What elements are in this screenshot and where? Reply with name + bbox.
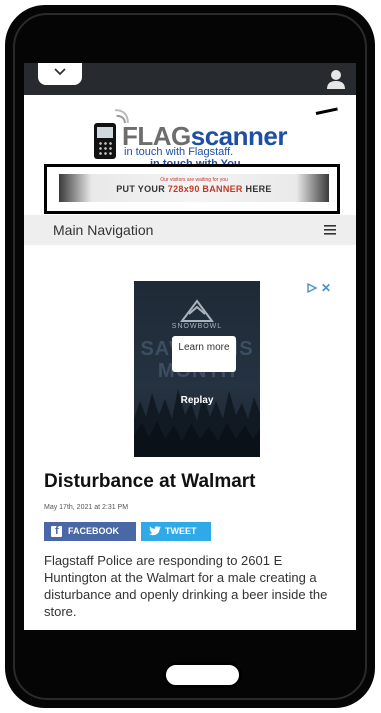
banner-small-text: Our visitors are waiting for you xyxy=(160,177,228,183)
twitter-bird-icon xyxy=(149,526,161,536)
signal-icon xyxy=(115,109,129,123)
collapse-tab[interactable] xyxy=(38,63,82,85)
phone-screen: FLAGscanner in touch with Flagstaff. in … xyxy=(24,63,356,630)
article-body: Flagstaff Police are responding to 2601 … xyxy=(44,553,328,619)
facebook-icon: f xyxy=(51,526,62,537)
main-navigation-label: Main Navigation xyxy=(53,222,154,238)
share-facebook-button[interactable]: f FACEBOOK xyxy=(44,522,136,541)
user-icon[interactable] xyxy=(326,68,346,90)
site-logo[interactable]: FLAGscanner in touch with Flagstaff. in … xyxy=(94,103,324,170)
banner-text-before: PUT YOUR xyxy=(116,184,168,194)
main-navigation-bar[interactable]: Main Navigation xyxy=(24,215,356,245)
banner-highlight-box: Our visitors are waiting for you PUT YOU… xyxy=(44,164,340,214)
share-tweet-label: TWEET xyxy=(165,526,197,536)
share-facebook-label: FACEBOOK xyxy=(68,526,120,536)
banner-text-highlight: 728x90 BANNER xyxy=(167,184,243,194)
banner-text-after: HERE xyxy=(242,184,272,194)
top-bar xyxy=(24,63,356,95)
banner-main-text: PUT YOUR 728x90 BANNER HERE xyxy=(59,184,329,194)
hamburger-menu-icon[interactable] xyxy=(324,225,336,235)
forest-graphic xyxy=(134,389,260,457)
replay-button[interactable]: Replay xyxy=(134,395,260,406)
article-date: May 17th, 2021 at 2:31 PM xyxy=(44,504,129,511)
share-tweet-button[interactable]: TWEET xyxy=(141,522,211,541)
home-button[interactable] xyxy=(163,662,242,688)
ad-close-icon[interactable]: ✕ xyxy=(321,281,331,295)
display-ad[interactable]: SNOWBOWL SAVE THIS MONTH Learn more Repl… xyxy=(134,281,260,457)
banner-ad[interactable]: Our visitors are waiting for you PUT YOU… xyxy=(59,174,329,202)
article-title: Disturbance at Walmart xyxy=(44,471,256,492)
snowbowl-logo-icon xyxy=(180,299,214,322)
adchoices-icon[interactable] xyxy=(306,283,318,293)
ad-brand: SNOWBOWL xyxy=(171,323,223,330)
logo-tagline-1: in touch with Flagstaff. xyxy=(124,146,234,158)
chevron-down-icon xyxy=(54,68,66,76)
phone-logo-icon xyxy=(94,123,116,159)
learn-more-button[interactable]: Learn more xyxy=(172,336,236,372)
